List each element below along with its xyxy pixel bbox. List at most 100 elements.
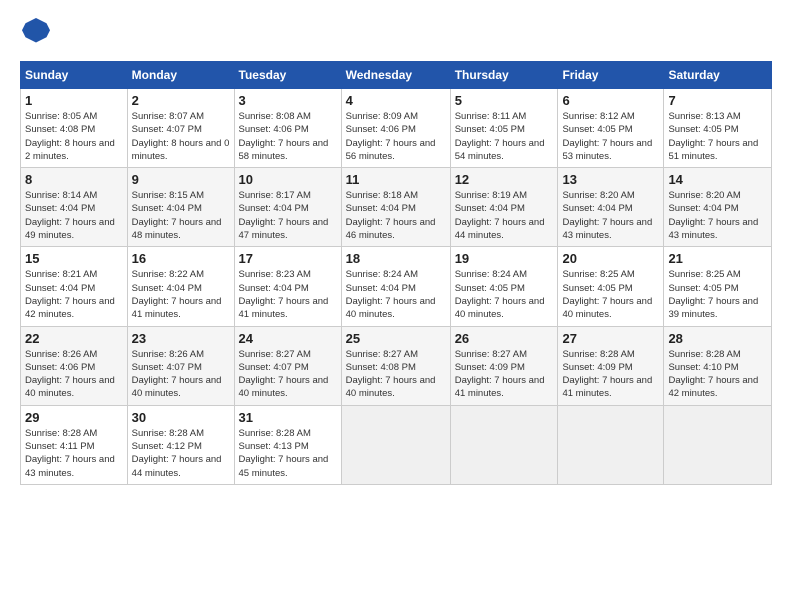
day-info: Sunrise: 8:18 AMSunset: 4:04 PMDaylight:… — [346, 189, 446, 242]
calendar-cell: 13Sunrise: 8:20 AMSunset: 4:04 PMDayligh… — [558, 168, 664, 247]
day-info: Sunrise: 8:09 AMSunset: 4:06 PMDaylight:… — [346, 110, 446, 163]
calendar-cell: 9 Sunrise: 8:15 AMSunset: 4:04 PMDaylight… — [127, 168, 234, 247]
calendar-week-row: 22Sunrise: 8:26 AMSunset: 4:06 PMDayligh… — [21, 326, 772, 405]
calendar-cell: 28 Sunrise: 8:28 AMSunset: 4:10 PMDayligh… — [664, 326, 772, 405]
calendar-week-row: 15 Sunrise: 8:21 AMSunset: 4:04 PMDayligh… — [21, 247, 772, 326]
day-number: 19 — [455, 251, 554, 266]
calendar-cell: 23 Sunrise: 8:26 AMSunset: 4:07 PMDayligh… — [127, 326, 234, 405]
calendar-cell: 20Sunrise: 8:25 AMSunset: 4:05 PMDayligh… — [558, 247, 664, 326]
calendar-cell: 30 Sunrise: 8:28 AMSunset: 4:12 PMDayligh… — [127, 405, 234, 484]
day-info: Sunrise: 8:21 AMSunset: 4:04 PMDaylight:… — [25, 268, 123, 321]
day-number: 21 — [668, 251, 767, 266]
day-number: 23 — [132, 331, 230, 346]
day-info: Sunrise: 8:28 AMSunset: 4:10 PMDaylight:… — [668, 348, 767, 401]
calendar-cell: 16Sunrise: 8:22 AMSunset: 4:04 PMDayligh… — [127, 247, 234, 326]
calendar-cell: 26Sunrise: 8:27 AMSunset: 4:09 PMDayligh… — [450, 326, 558, 405]
calendar-week-row: 8 Sunrise: 8:14 AMSunset: 4:04 PMDaylight… — [21, 168, 772, 247]
calendar-cell: 12Sunrise: 8:19 AMSunset: 4:04 PMDayligh… — [450, 168, 558, 247]
calendar-cell: 7 Sunrise: 8:13 AMSunset: 4:05 PMDaylight… — [664, 89, 772, 168]
calendar-cell: 5 Sunrise: 8:11 AMSunset: 4:05 PMDaylight… — [450, 89, 558, 168]
calendar-cell — [558, 405, 664, 484]
calendar-header-tuesday: Tuesday — [234, 62, 341, 89]
calendar-header-friday: Friday — [558, 62, 664, 89]
day-number: 10 — [239, 172, 337, 187]
day-info: Sunrise: 8:24 AMSunset: 4:04 PMDaylight:… — [346, 268, 446, 321]
day-number: 15 — [25, 251, 123, 266]
day-number: 12 — [455, 172, 554, 187]
calendar-cell: 14 Sunrise: 8:20 AMSunset: 4:04 PMDayligh… — [664, 168, 772, 247]
calendar-week-row: 29Sunrise: 8:28 AMSunset: 4:11 PMDayligh… — [21, 405, 772, 484]
day-info: Sunrise: 8:28 AMSunset: 4:09 PMDaylight:… — [562, 348, 659, 401]
day-info: Sunrise: 8:28 AMSunset: 4:13 PMDaylight:… — [239, 427, 337, 480]
calendar-cell: 6 Sunrise: 8:12 AMSunset: 4:05 PMDaylight… — [558, 89, 664, 168]
calendar-header-thursday: Thursday — [450, 62, 558, 89]
calendar-cell: 1 Sunrise: 8:05 AMSunset: 4:08 PMDaylight… — [21, 89, 128, 168]
day-number: 4 — [346, 93, 446, 108]
day-number: 5 — [455, 93, 554, 108]
day-info: Sunrise: 8:05 AMSunset: 4:08 PMDaylight:… — [25, 110, 123, 163]
page: SundayMondayTuesdayWednesdayThursdayFrid… — [0, 0, 792, 495]
calendar-cell — [664, 405, 772, 484]
calendar-cell — [450, 405, 558, 484]
calendar-cell: 29Sunrise: 8:28 AMSunset: 4:11 PMDayligh… — [21, 405, 128, 484]
day-number: 6 — [562, 93, 659, 108]
calendar-cell: 8 Sunrise: 8:14 AMSunset: 4:04 PMDaylight… — [21, 168, 128, 247]
day-info: Sunrise: 8:12 AMSunset: 4:05 PMDaylight:… — [562, 110, 659, 163]
day-info: Sunrise: 8:15 AMSunset: 4:04 PMDaylight:… — [132, 189, 230, 242]
day-number: 8 — [25, 172, 123, 187]
header — [20, 18, 772, 51]
calendar-cell: 11 Sunrise: 8:18 AMSunset: 4:04 PMDayligh… — [341, 168, 450, 247]
calendar-cell: 10Sunrise: 8:17 AMSunset: 4:04 PMDayligh… — [234, 168, 341, 247]
day-info: Sunrise: 8:27 AMSunset: 4:09 PMDaylight:… — [455, 348, 554, 401]
day-number: 30 — [132, 410, 230, 425]
day-number: 7 — [668, 93, 767, 108]
calendar-cell: 18 Sunrise: 8:24 AMSunset: 4:04 PMDayligh… — [341, 247, 450, 326]
day-info: Sunrise: 8:23 AMSunset: 4:04 PMDaylight:… — [239, 268, 337, 321]
calendar-cell: 25Sunrise: 8:27 AMSunset: 4:08 PMDayligh… — [341, 326, 450, 405]
calendar-cell: 24Sunrise: 8:27 AMSunset: 4:07 PMDayligh… — [234, 326, 341, 405]
day-number: 2 — [132, 93, 230, 108]
day-number: 14 — [668, 172, 767, 187]
day-info: Sunrise: 8:13 AMSunset: 4:05 PMDaylight:… — [668, 110, 767, 163]
day-info: Sunrise: 8:20 AMSunset: 4:04 PMDaylight:… — [668, 189, 767, 242]
day-number: 3 — [239, 93, 337, 108]
calendar-header-monday: Monday — [127, 62, 234, 89]
day-info: Sunrise: 8:25 AMSunset: 4:05 PMDaylight:… — [668, 268, 767, 321]
day-number: 27 — [562, 331, 659, 346]
day-info: Sunrise: 8:08 AMSunset: 4:06 PMDaylight:… — [239, 110, 337, 163]
calendar-header-row: SundayMondayTuesdayWednesdayThursdayFrid… — [21, 62, 772, 89]
day-info: Sunrise: 8:24 AMSunset: 4:05 PMDaylight:… — [455, 268, 554, 321]
day-number: 31 — [239, 410, 337, 425]
calendar-cell: 3 Sunrise: 8:08 AMSunset: 4:06 PMDaylight… — [234, 89, 341, 168]
day-number: 17 — [239, 251, 337, 266]
day-number: 1 — [25, 93, 123, 108]
day-number: 25 — [346, 331, 446, 346]
calendar-table: SundayMondayTuesdayWednesdayThursdayFrid… — [20, 61, 772, 485]
day-number: 13 — [562, 172, 659, 187]
day-number: 22 — [25, 331, 123, 346]
day-number: 24 — [239, 331, 337, 346]
calendar-cell — [341, 405, 450, 484]
day-number: 11 — [346, 172, 446, 187]
calendar-cell: 22Sunrise: 8:26 AMSunset: 4:06 PMDayligh… — [21, 326, 128, 405]
calendar-header-sunday: Sunday — [21, 62, 128, 89]
day-number: 28 — [668, 331, 767, 346]
calendar-cell: 21 Sunrise: 8:25 AMSunset: 4:05 PMDayligh… — [664, 247, 772, 326]
calendar-header-wednesday: Wednesday — [341, 62, 450, 89]
day-info: Sunrise: 8:11 AMSunset: 4:05 PMDaylight:… — [455, 110, 554, 163]
day-info: Sunrise: 8:25 AMSunset: 4:05 PMDaylight:… — [562, 268, 659, 321]
day-info: Sunrise: 8:26 AMSunset: 4:07 PMDaylight:… — [132, 348, 230, 401]
day-info: Sunrise: 8:28 AMSunset: 4:12 PMDaylight:… — [132, 427, 230, 480]
calendar-cell: 31 Sunrise: 8:28 AMSunset: 4:13 PMDayligh… — [234, 405, 341, 484]
calendar-week-row: 1 Sunrise: 8:05 AMSunset: 4:08 PMDaylight… — [21, 89, 772, 168]
day-info: Sunrise: 8:14 AMSunset: 4:04 PMDaylight:… — [25, 189, 123, 242]
calendar-cell: 15 Sunrise: 8:21 AMSunset: 4:04 PMDayligh… — [21, 247, 128, 326]
day-info: Sunrise: 8:07 AMSunset: 4:07 PMDaylight:… — [132, 110, 230, 163]
logo-icon — [22, 18, 50, 46]
day-number: 18 — [346, 251, 446, 266]
calendar-cell: 17 Sunrise: 8:23 AMSunset: 4:04 PMDayligh… — [234, 247, 341, 326]
calendar-header-saturday: Saturday — [664, 62, 772, 89]
calendar-cell: 19 Sunrise: 8:24 AMSunset: 4:05 PMDayligh… — [450, 247, 558, 326]
day-number: 9 — [132, 172, 230, 187]
day-number: 16 — [132, 251, 230, 266]
